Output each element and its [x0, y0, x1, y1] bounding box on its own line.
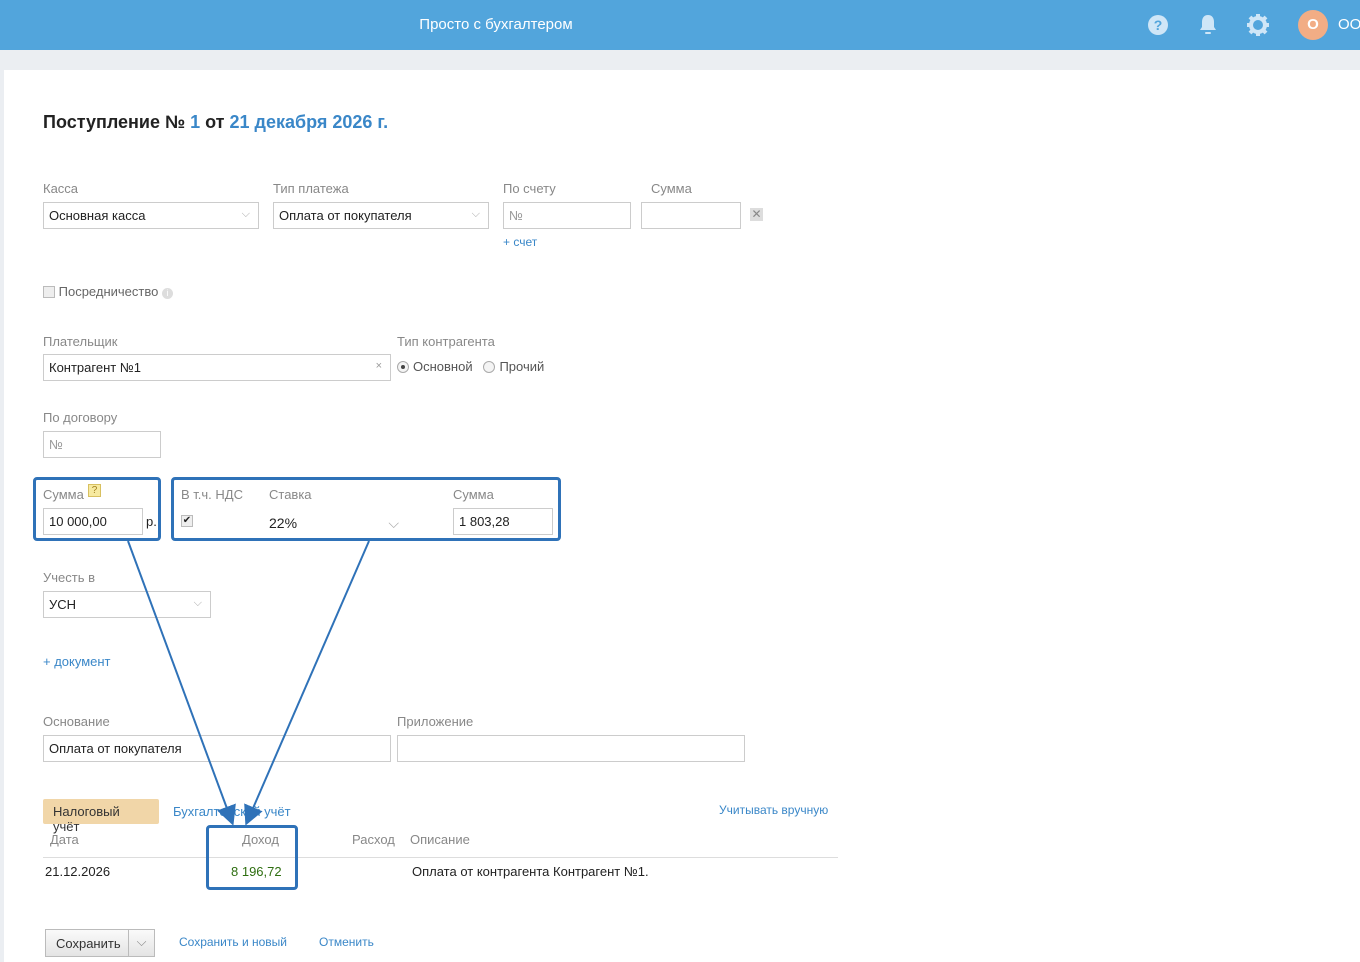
- chevron-down-icon: ⌵: [193, 597, 202, 609]
- clear-icon[interactable]: ×: [376, 360, 382, 372]
- tab-accounting[interactable]: Бухгалтерский учёт: [173, 804, 291, 819]
- app-title: Просто с бухгалтером: [419, 16, 573, 33]
- cancel-link[interactable]: Отменить: [319, 935, 374, 949]
- title-from: от: [205, 112, 225, 132]
- radio-main-label: Основной: [413, 359, 473, 374]
- contract-label: По договору: [43, 410, 118, 425]
- help-icon[interactable]: ?: [1147, 14, 1169, 36]
- page-title: Поступление № 1 от 21 декабря 2026 г.: [43, 112, 388, 133]
- doc-date[interactable]: 21 декабря 2026 г.: [230, 112, 389, 132]
- kassa-value: Основная касса: [49, 208, 146, 223]
- sum-input[interactable]: 10 000,00: [43, 508, 143, 535]
- vat-sum-input[interactable]: 1 803,28: [453, 508, 553, 535]
- rate-select[interactable]: 22% ⌵: [269, 515, 399, 531]
- radio-other[interactable]: Прочий: [483, 359, 544, 374]
- payer-value: Контрагент №1: [49, 360, 142, 375]
- rate-value: 22%: [269, 515, 298, 531]
- rate-label: Ставка: [269, 487, 312, 502]
- chevron-down-icon: ⌵: [471, 208, 480, 220]
- help-icon[interactable]: ?: [88, 484, 101, 497]
- table-row: 21.12.2026 8 196,72 Оплата от контрагент…: [0, 864, 900, 884]
- add-invoice-link[interactable]: + счет: [503, 235, 537, 249]
- payer-label: Плательщик: [43, 334, 118, 349]
- sum-top-label: Сумма: [651, 181, 692, 196]
- save-button[interactable]: Сохранить: [45, 929, 129, 957]
- highlight-income: [206, 825, 298, 890]
- sum-label: Сумма: [43, 487, 84, 502]
- chevron-down-icon: ⌵: [241, 208, 250, 220]
- attachment-label: Приложение: [397, 714, 474, 729]
- row-description: Оплата от контрагента Контрагент №1.: [412, 864, 649, 879]
- account-in-label: Учесть в: [43, 570, 96, 585]
- sum-top-input[interactable]: [641, 202, 741, 229]
- left-strip: [0, 70, 4, 962]
- invoice-input[interactable]: №: [503, 202, 631, 229]
- doc-number[interactable]: 1: [190, 112, 200, 132]
- title-prefix: Поступление №: [43, 112, 186, 132]
- user-name[interactable]: ОО: [1338, 16, 1360, 33]
- gear-icon[interactable]: [1247, 14, 1269, 36]
- ctype-radio-group: Основной Прочий: [397, 359, 544, 374]
- agency-label: Посредничество: [58, 284, 159, 299]
- col-description: Описание: [410, 832, 470, 847]
- bell-icon[interactable]: [1198, 13, 1218, 37]
- contract-input[interactable]: №: [43, 431, 161, 458]
- agency-checkbox[interactable]: Посредничество i: [43, 284, 173, 299]
- chevron-down-icon: ⌵: [388, 515, 399, 531]
- col-expense: Расход: [352, 832, 395, 847]
- kassa-select[interactable]: Основная касса ⌵: [43, 202, 259, 229]
- radio-main[interactable]: Основной: [397, 359, 473, 374]
- save-dropdown-button[interactable]: ⌵: [128, 929, 155, 957]
- save-new-link[interactable]: Сохранить и новый: [179, 935, 287, 949]
- row-date: 21.12.2026: [45, 864, 111, 879]
- info-icon[interactable]: i: [161, 288, 173, 299]
- kassa-label: Касса: [43, 181, 79, 196]
- manual-link[interactable]: Учитывать вручную: [719, 803, 828, 817]
- vat-sum-label: Сумма: [453, 487, 494, 502]
- radio-other-label: Прочий: [499, 359, 545, 374]
- account-in-value: УСН: [49, 597, 77, 612]
- gray-band: [0, 50, 1360, 70]
- divider: [43, 857, 838, 858]
- basis-label: Основание: [43, 714, 110, 729]
- paytype-select[interactable]: Оплата от покупателя ⌵: [273, 202, 489, 229]
- payer-input[interactable]: Контрагент №1 ×: [43, 354, 391, 381]
- ctype-label: Тип контрагента: [397, 334, 495, 349]
- tab-tax[interactable]: Налоговый учёт: [43, 799, 159, 834]
- svg-text:?: ?: [1154, 17, 1163, 33]
- checkbox[interactable]: [43, 286, 55, 298]
- add-document-link[interactable]: + документ: [43, 654, 111, 669]
- attachment-input[interactable]: [397, 735, 745, 762]
- vat-incl-label: В т.ч. НДС: [181, 487, 243, 502]
- close-icon[interactable]: ✕: [750, 208, 763, 221]
- account-in-select[interactable]: УСН ⌵: [43, 591, 211, 618]
- paytype-label: Тип платежа: [273, 181, 349, 196]
- basis-input[interactable]: Оплата от покупателя: [43, 735, 391, 762]
- currency-label: р.: [146, 514, 157, 529]
- col-date: Дата: [50, 832, 79, 847]
- vat-checkbox[interactable]: ✔: [181, 515, 193, 527]
- avatar[interactable]: О: [1298, 10, 1328, 40]
- paytype-value: Оплата от покупателя: [279, 208, 412, 223]
- invoice-label: По счету: [503, 181, 556, 196]
